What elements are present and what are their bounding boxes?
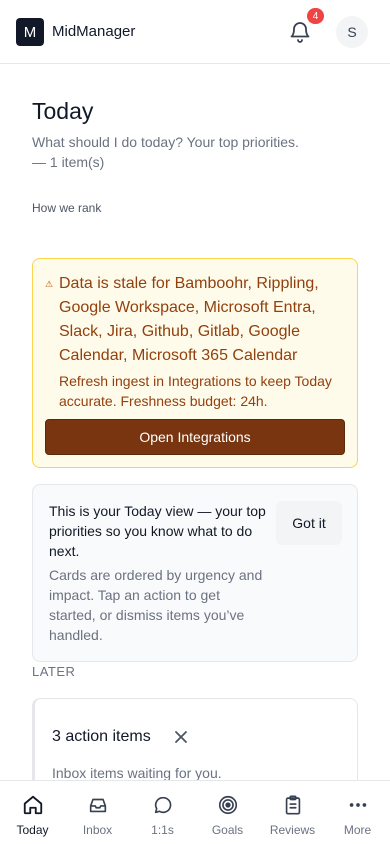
clipboard-icon	[282, 794, 304, 816]
home-icon	[22, 794, 44, 816]
open-integrations-button[interactable]: Open Integrations	[45, 419, 345, 455]
page-title: Today	[32, 98, 94, 124]
tab-inbox[interactable]: Inbox	[65, 781, 130, 844]
intro-title: This is your Today view — your top prior…	[49, 503, 266, 559]
got-it-button[interactable]: Got it	[276, 501, 342, 545]
more-dots-icon	[347, 794, 369, 816]
intro-body: Cards are ordered by urgency and impact.…	[49, 567, 263, 643]
notification-badge: 4	[307, 8, 324, 24]
tab-one-on-ones[interactable]: 1:1s	[130, 781, 195, 844]
avatar[interactable]: S	[336, 16, 368, 48]
tab-today[interactable]: Today	[0, 781, 65, 844]
page-subtitle: What should I do today? Your top priorit…	[32, 134, 299, 150]
action-items-title: 3 action items	[52, 728, 151, 745]
bottom-tab-bar: Today Inbox 1:1s Goals Reviews More	[0, 780, 390, 844]
today-intro-card: This is your Today view — your top prior…	[32, 484, 358, 662]
action-items-subtitle: Inbox items waiting for you.	[52, 765, 222, 781]
app-logo[interactable]: M	[16, 18, 44, 46]
tab-more[interactable]: More	[325, 781, 390, 844]
stale-data-alert: ⚠ Data is stale for Bamboohr, Rippling, …	[32, 258, 358, 468]
tab-label: Inbox	[82, 823, 113, 837]
item-count: — 1 item(s)	[32, 154, 105, 170]
tab-label: Reviews	[269, 823, 316, 837]
tab-label: Today	[16, 823, 49, 837]
warning-icon: ⚠	[45, 279, 54, 289]
tab-label: 1:1s	[151, 823, 174, 837]
tab-goals[interactable]: Goals	[195, 781, 260, 844]
stale-alert-title: Data is stale for Bamboohr, Rippling, Go…	[59, 275, 319, 364]
tab-label: More	[343, 823, 372, 837]
tab-label: Goals	[211, 823, 244, 837]
stale-alert-body: Refresh ingest in Integrations to keep T…	[59, 373, 332, 409]
close-icon[interactable]	[173, 729, 189, 745]
top-header: M MidManager 4 S	[0, 0, 390, 64]
how-we-rank-link[interactable]: How we rank	[32, 201, 101, 215]
tab-reviews[interactable]: Reviews	[260, 781, 325, 844]
chat-bubble-icon	[152, 794, 174, 816]
later-section-label: LATER	[32, 664, 76, 679]
inbox-icon	[87, 794, 109, 816]
target-icon	[217, 794, 239, 816]
app-name: MidManager	[52, 23, 136, 40]
bell-icon[interactable]	[288, 20, 312, 44]
